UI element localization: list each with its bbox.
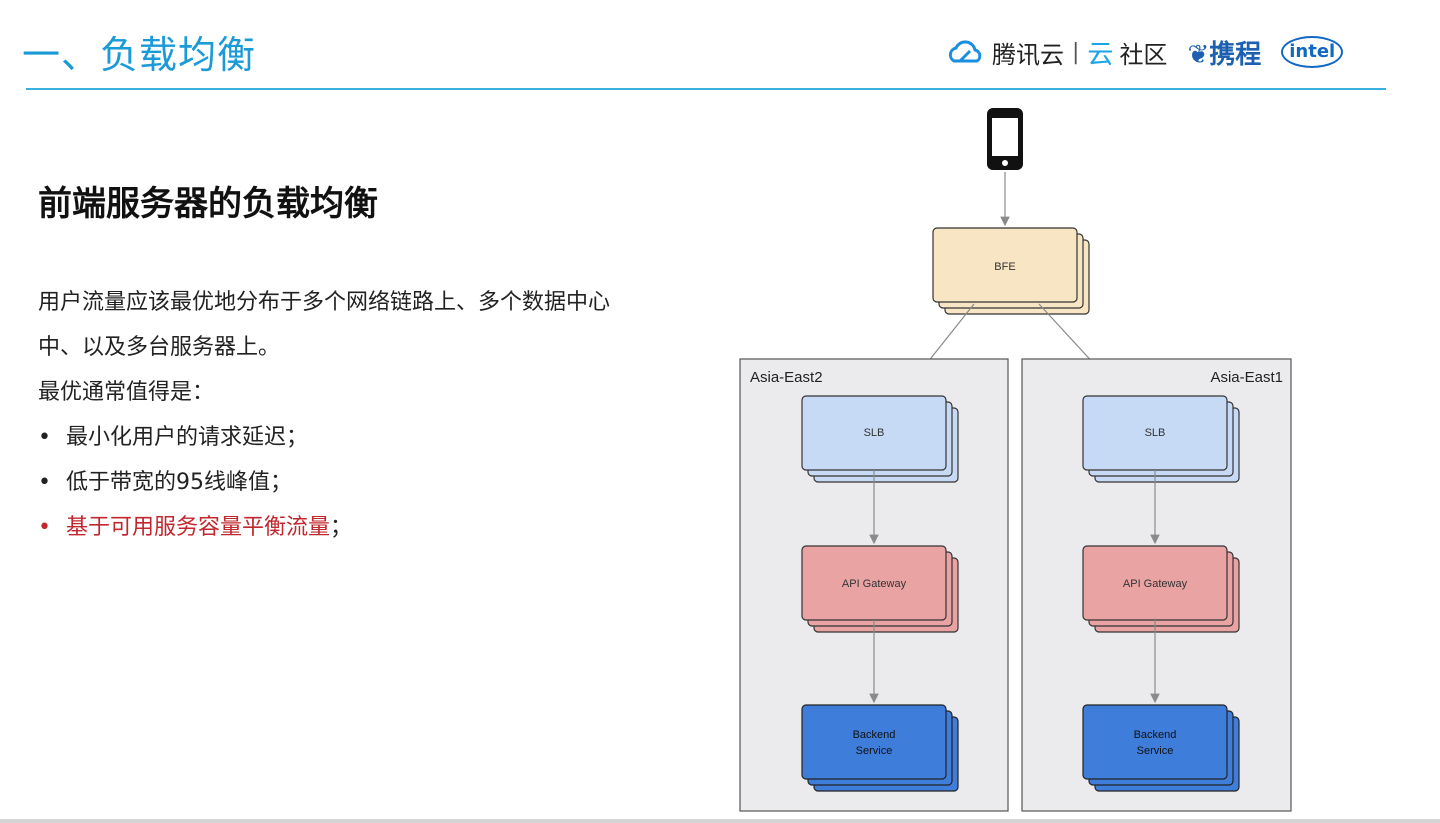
community-logo-text: 社区 <box>1119 40 1168 69</box>
api-gateway-node: API Gateway <box>1082 545 1240 633</box>
backend-label-line2: Service <box>1137 745 1174 757</box>
bullet-text: 最小化用户的请求延迟； <box>66 425 309 450</box>
logo-separator: | <box>1072 39 1080 65</box>
bullet-item: • 最小化用户的请求延迟； <box>38 415 678 460</box>
backend-label-line1: Backend <box>1134 729 1177 741</box>
bfe-label: BFE <box>994 261 1015 273</box>
slb-node: SLB <box>801 395 959 483</box>
api-gateway-label: API Gateway <box>1123 578 1188 590</box>
api-gateway-node: API Gateway <box>801 545 959 633</box>
slb-label: SLB <box>864 427 885 439</box>
slide-subtitle: 前端服务器的负载均衡 <box>38 184 378 224</box>
slb-node: SLB <box>1082 395 1240 483</box>
criteria-label: 最优通常值得是： <box>38 380 215 405</box>
bfe-node: BFE <box>932 227 1090 315</box>
backend-service-node: Backend Service <box>1082 704 1240 792</box>
backend-label-line1: Backend <box>853 729 896 741</box>
region-asia-east1: Asia-East1 SLB API Gateway Backend Servi… <box>1021 358 1292 812</box>
tencent-cloud-icon <box>948 40 982 63</box>
bullet-text: 低于带宽的95线峰值； <box>66 470 292 495</box>
region-label: Asia-East2 <box>750 369 823 386</box>
tencent-cloud-logo-text: 腾讯云 <box>992 40 1064 69</box>
bullet-dot: • <box>38 515 51 540</box>
ctrip-logo: ❦携程 <box>1187 34 1261 71</box>
section-title: 一、负载均衡 <box>22 33 257 77</box>
bullet-item: • 低于带宽的95线峰值； <box>38 460 678 505</box>
bullet-item-highlighted: • 基于可用服务容量平衡流量； <box>38 505 678 550</box>
load-balancing-diagram: BFE Asia-East2 SLB API Gateway Backend S… <box>739 108 1292 812</box>
backend-service-node: Backend Service <box>801 704 959 792</box>
backend-label-line2: Service <box>856 745 893 757</box>
bullet-text: 基于可用服务容量平衡流量 <box>66 515 331 540</box>
region-label: Asia-East1 <box>1210 369 1283 386</box>
bottom-border <box>0 819 1440 823</box>
api-gateway-label: API Gateway <box>842 578 907 590</box>
slb-label: SLB <box>1145 427 1166 439</box>
bullet-suffix: ； <box>330 515 353 540</box>
ctrip-logo-text: 携程 <box>1209 39 1262 70</box>
ctrip-dolphin-icon: ❦ <box>1187 39 1210 70</box>
region-asia-east2: Asia-East2 SLB API Gateway Backend Servi… <box>739 358 1009 812</box>
header-divider <box>26 88 1386 90</box>
mobile-phone-icon <box>987 108 1023 170</box>
slide-body: 用户流量应该最优地分布于多个网络链路上、多个数据中心中、以及多台服务器上。 最优… <box>38 280 678 550</box>
intro-paragraph: 用户流量应该最优地分布于多个网络链路上、多个数据中心中、以及多台服务器上。 <box>38 290 611 360</box>
partner-logos: 腾讯云 | 云 社区 ❦携程 intel <box>946 32 1344 72</box>
bullet-dot: • <box>38 425 51 450</box>
intel-logo: intel <box>1281 36 1344 68</box>
yun-logo-mark: 云 <box>1087 39 1114 70</box>
bullet-dot: • <box>38 470 51 495</box>
